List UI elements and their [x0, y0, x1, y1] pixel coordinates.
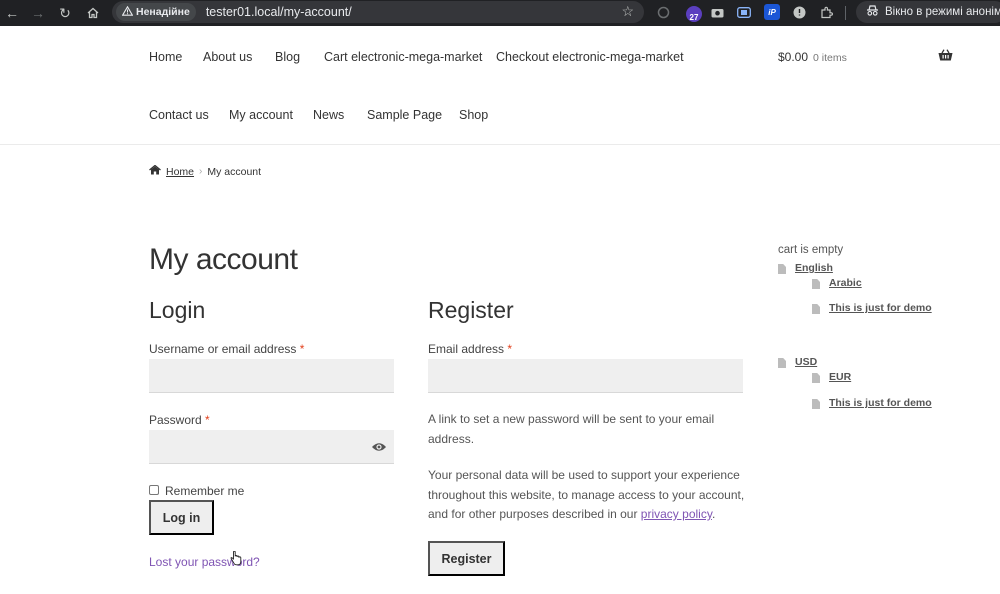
language-option-link[interactable]: Arabic — [829, 277, 862, 289]
incognito-label: Вікно в режимі анонімного перегляду — [885, 6, 1000, 18]
page-icon — [812, 399, 820, 409]
hand-cursor-icon — [230, 550, 242, 571]
extension-badge[interactable]: 27 — [686, 6, 702, 22]
sidebar-cart-empty: cart is empty — [778, 244, 844, 256]
extension-icon[interactable] — [655, 4, 671, 20]
reload-icon[interactable]: ↻ — [54, 2, 76, 24]
extension-icon[interactable] — [791, 4, 807, 20]
page-icon — [778, 264, 786, 274]
page-icon — [778, 358, 786, 368]
register-email-input[interactable] — [428, 359, 743, 393]
login-title: Login — [149, 297, 206, 323]
password-info-text: A link to set a new password will be sen… — [428, 412, 715, 446]
required-mark: * — [205, 413, 210, 427]
menu-item-contact-us[interactable]: Contact us — [149, 108, 209, 122]
puzzle-icon[interactable] — [818, 4, 834, 20]
cart-item-count: 0 items — [813, 52, 847, 64]
ip-extension-icon[interactable]: iP — [764, 4, 780, 20]
camera-icon[interactable] — [709, 4, 725, 20]
remember-me-checkbox[interactable] — [149, 485, 159, 495]
star-icon[interactable]: ☆ — [621, 3, 634, 20]
page-icon — [812, 373, 820, 383]
basket-icon[interactable] — [938, 48, 953, 66]
warning-icon — [121, 5, 134, 19]
menu-item-sample-page[interactable]: Sample Page — [367, 108, 442, 122]
register-title: Register — [428, 297, 514, 323]
incognito-chip[interactable]: Вікно в режимі анонімного перегляду — [856, 1, 1000, 23]
lost-password-link[interactable]: Lost your password? — [149, 555, 260, 569]
back-icon[interactable]: ← — [1, 2, 23, 24]
privacy-text: Your personal data will be used to suppo… — [428, 468, 745, 521]
url-text[interactable]: tester01.local/my-account/ — [206, 5, 352, 19]
username-label: Username or email address * — [149, 342, 305, 356]
remember-me-label[interactable]: Remember me — [165, 484, 244, 498]
currency-current-link[interactable]: USD — [795, 356, 817, 368]
menu-item-cart[interactable]: Cart electronic-mega-market — [324, 50, 482, 64]
screen-icon[interactable] — [736, 4, 752, 20]
breadcrumb-home-link[interactable]: Home — [166, 166, 194, 178]
cart-total-amount: $0.00 — [778, 50, 809, 64]
menu-item-blog[interactable]: Blog — [275, 50, 300, 64]
incognito-icon — [866, 5, 879, 19]
email-label: Email address * — [428, 342, 513, 356]
browser-toolbar: ← → ↻ Ненадійне tester01.local/my-accoun… — [0, 0, 1000, 26]
menu-item-shop[interactable]: Shop — [459, 108, 488, 122]
language-option-link[interactable]: This is just for demo — [829, 302, 932, 314]
menu-item-home[interactable]: Home — [149, 50, 182, 64]
forward-icon[interactable]: → — [27, 2, 49, 24]
menu-item-about-us[interactable]: About us — [203, 50, 252, 64]
breadcrumb-current: My account — [207, 165, 262, 178]
header-cart-link[interactable]: $0.00 0 items — [778, 50, 847, 64]
breadcrumb: Home › My account — [149, 164, 262, 178]
security-chip[interactable]: Ненадійне — [116, 3, 196, 21]
menu-item-my-account[interactable]: My account — [229, 108, 293, 122]
site-header: Home About us Blog Cart electronic-mega-… — [0, 26, 1000, 145]
page-icon — [812, 304, 820, 314]
page-title: My account — [149, 243, 298, 276]
password-label: Password * — [149, 413, 210, 427]
register-button[interactable]: Register — [428, 541, 505, 576]
address-bar[interactable]: Ненадійне tester01.local/my-account/ ☆ — [112, 1, 644, 23]
security-label: Ненадійне — [136, 6, 190, 18]
password-input[interactable] — [149, 430, 394, 464]
breadcrumb-separator-icon: › — [199, 166, 203, 177]
toolbar-divider — [845, 6, 846, 20]
username-input[interactable] — [149, 359, 394, 393]
required-mark: * — [507, 342, 513, 356]
language-current-link[interactable]: English — [795, 262, 833, 274]
home-icon[interactable] — [82, 2, 104, 24]
menu-item-checkout[interactable]: Checkout electronic-mega-market — [496, 50, 684, 64]
privacy-policy-link[interactable]: privacy policy — [641, 507, 712, 521]
currency-option-link[interactable]: This is just for demo — [829, 397, 932, 409]
required-mark: * — [299, 342, 305, 356]
menu-item-news[interactable]: News — [313, 108, 344, 122]
show-password-eye-icon[interactable] — [371, 440, 387, 452]
home-icon — [149, 164, 161, 178]
page-icon — [812, 279, 820, 289]
currency-option-link[interactable]: EUR — [829, 371, 851, 383]
login-button[interactable]: Log in — [149, 500, 214, 535]
